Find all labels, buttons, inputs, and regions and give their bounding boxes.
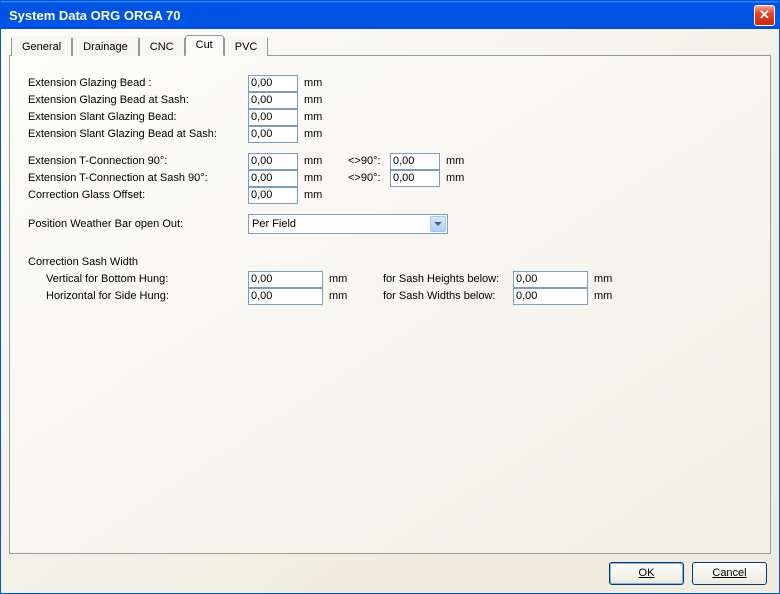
input-horizontal-side-hung[interactable] <box>248 288 323 305</box>
tab-pvc[interactable]: PVC <box>224 36 269 56</box>
input-ext-glazing-bead-sash[interactable] <box>248 92 298 109</box>
label-ext-glazing-bead: Extension Glazing Bead : <box>28 77 248 89</box>
titlebar: System Data ORG ORGA 70 ✕ <box>1 1 779 29</box>
label-t-connection-90: Extension T-Connection 90°: <box>28 155 248 167</box>
label-for-sash-heights-below: for Sash Heights below: <box>383 273 513 285</box>
input-t-connection-90[interactable] <box>248 153 298 170</box>
unit-mm: mm <box>304 77 330 89</box>
cancel-button[interactable]: Cancel <box>692 562 767 585</box>
tab-drainage[interactable]: Drainage <box>72 36 139 56</box>
dialog-window: System Data ORG ORGA 70 ✕ General Draina… <box>0 0 780 594</box>
tab-cut[interactable]: Cut <box>185 35 224 56</box>
tab-cnc[interactable]: CNC <box>139 36 185 56</box>
unit-mm: mm <box>304 189 330 201</box>
input-t-connection-not90[interactable] <box>390 153 440 170</box>
chevron-down-icon <box>430 216 446 232</box>
unit-mm: mm <box>446 155 472 167</box>
label-not90-1: <>90°: <box>348 155 390 167</box>
unit-mm: mm <box>304 128 330 140</box>
unit-mm: mm <box>304 172 330 184</box>
input-t-connection-sash-90[interactable] <box>248 170 298 187</box>
unit-mm: mm <box>594 273 620 285</box>
combo-weather-bar[interactable]: Per Field <box>248 214 448 234</box>
label-for-sash-widths-below: for Sash Widths below: <box>383 290 513 302</box>
input-ext-slant-glazing-bead-sash[interactable] <box>248 126 298 143</box>
client-area: General Drainage CNC Cut PVC Extension G… <box>1 29 779 593</box>
label-t-connection-sash-90: Extension T-Connection at Sash 90°: <box>28 172 248 184</box>
unit-mm: mm <box>304 155 330 167</box>
label-horizontal-side-hung: Horizontal for Side Hung: <box>46 290 248 302</box>
close-icon: ✕ <box>759 7 770 23</box>
tab-general[interactable]: General <box>11 36 72 56</box>
button-bar: OK Cancel <box>9 554 771 585</box>
combo-weather-bar-value: Per Field <box>252 218 296 230</box>
input-for-sash-heights-below[interactable] <box>513 271 588 288</box>
input-t-connection-sash-not90[interactable] <box>390 170 440 187</box>
ok-button[interactable]: OK <box>609 562 684 585</box>
input-ext-slant-glazing-bead[interactable] <box>248 109 298 126</box>
unit-mm: mm <box>329 273 355 285</box>
unit-mm: mm <box>594 290 620 302</box>
window-title: System Data ORG ORGA 70 <box>9 8 754 23</box>
unit-mm: mm <box>446 172 472 184</box>
label-ext-glazing-bead-sash: Extension Glazing Bead at Sash: <box>28 94 248 106</box>
unit-mm: mm <box>304 111 330 123</box>
input-vertical-bottom-hung[interactable] <box>248 271 323 288</box>
input-for-sash-widths-below[interactable] <box>513 288 588 305</box>
label-glass-offset: Correction Glass Offset: <box>28 189 248 201</box>
label-not90-2: <>90°: <box>348 172 390 184</box>
input-glass-offset[interactable] <box>248 187 298 204</box>
label-ext-slant-glazing-bead-sash: Extension Slant Glazing Bead at Sash: <box>28 128 248 140</box>
label-correction-sash-width: Correction Sash Width <box>28 256 752 268</box>
label-vertical-bottom-hung: Vertical for Bottom Hung: <box>46 273 248 285</box>
unit-mm: mm <box>304 94 330 106</box>
tabpanel-cut: Extension Glazing Bead : mm Extension Gl… <box>9 55 771 554</box>
input-ext-glazing-bead[interactable] <box>248 75 298 92</box>
label-weather-bar: Position Weather Bar open Out: <box>28 218 248 230</box>
label-ext-slant-glazing-bead: Extension Slant Glazing Bead: <box>28 111 248 123</box>
tab-strip: General Drainage CNC Cut PVC <box>9 35 771 55</box>
unit-mm: mm <box>329 290 355 302</box>
close-button[interactable]: ✕ <box>754 5 775 26</box>
